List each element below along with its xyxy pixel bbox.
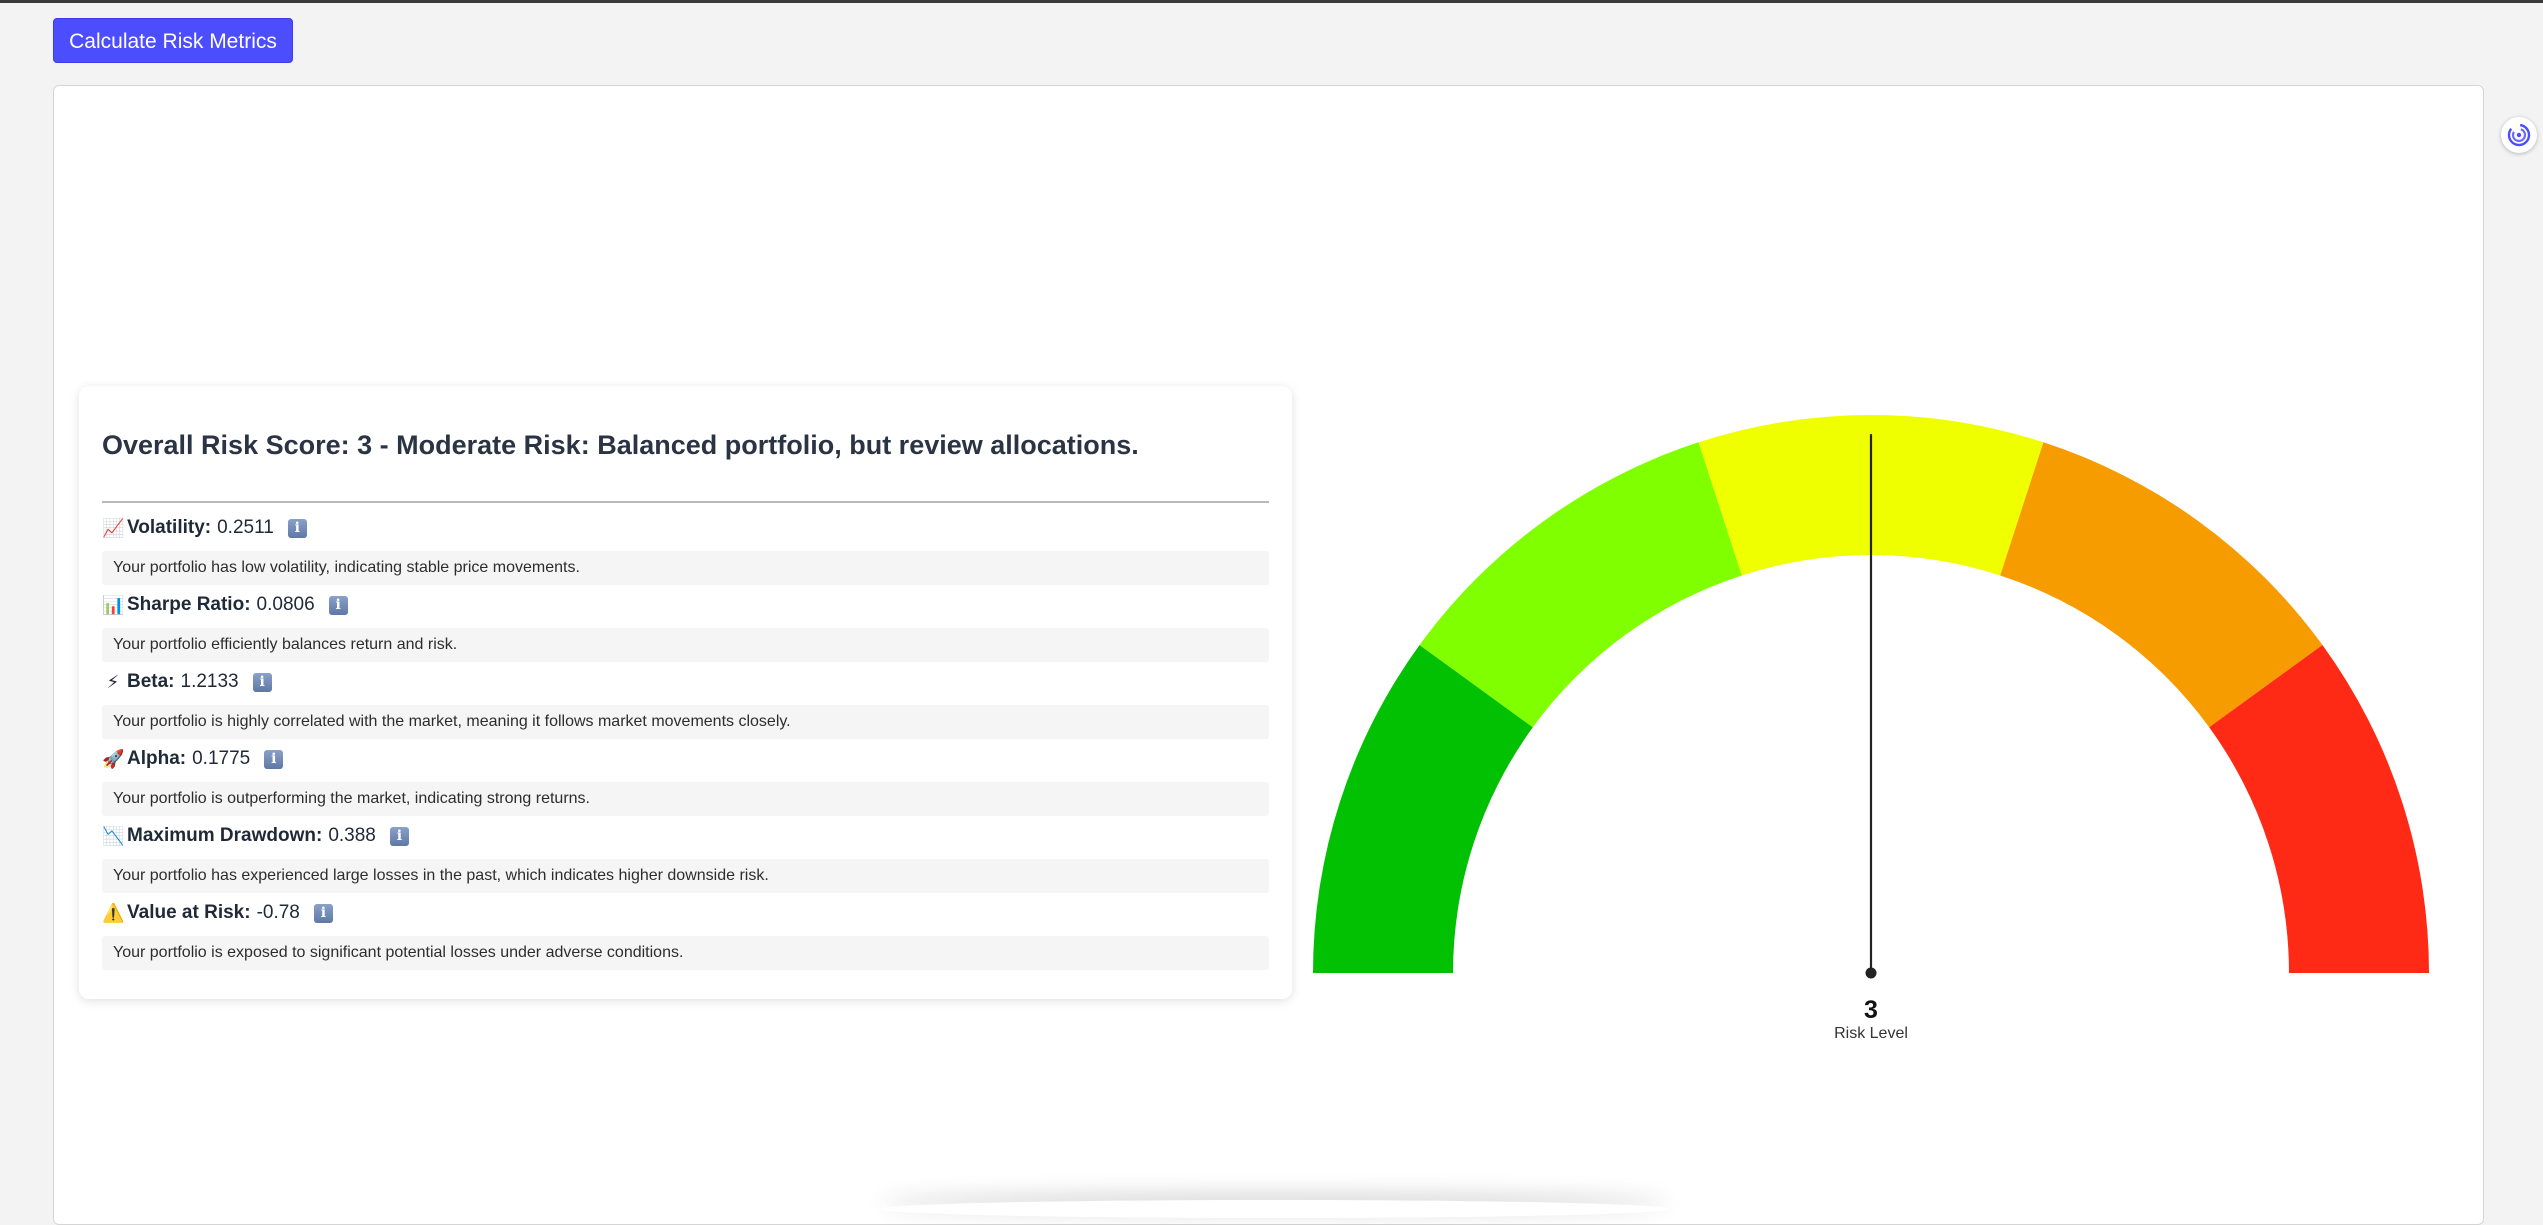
bottom-panel-shadow — [880, 1200, 1670, 1218]
risk-gauge: 3 Risk Level — [1313, 414, 2429, 1042]
gauge-value: 3 — [1864, 996, 1878, 1024]
gauge-label: Risk Level — [1834, 1025, 1908, 1042]
gauge-needle-hub — [1865, 967, 1877, 979]
